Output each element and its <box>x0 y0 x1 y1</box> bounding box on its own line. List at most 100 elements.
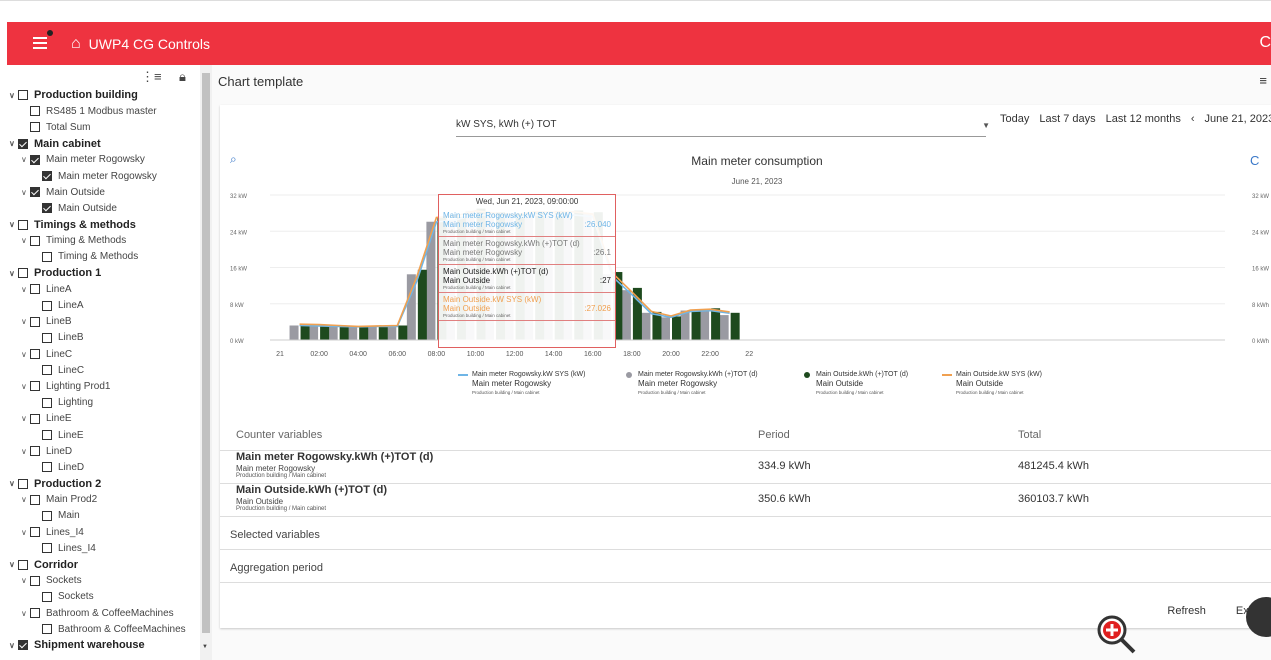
tree-item[interactable]: ∨ Timings & methods <box>7 217 212 233</box>
tree-checkbox[interactable] <box>42 397 52 408</box>
tree-checkbox[interactable] <box>42 171 52 182</box>
tree-item[interactable]: ∨ LineE <box>7 411 212 427</box>
tree-item[interactable]: Main meter Rogowsky <box>7 168 212 184</box>
chart-zoom-icon[interactable]: ⌕ <box>230 152 237 166</box>
tree-item[interactable]: LineB <box>7 330 212 346</box>
range-last-7-days[interactable]: Last 7 days <box>1039 113 1095 125</box>
expand-chevron-icon[interactable]: ∨ <box>21 236 30 245</box>
legend-item[interactable]: Main Outside.kWh (+)TOT (d) Main Outside P… <box>802 370 908 397</box>
tree-item[interactable]: Main Outside <box>7 200 212 216</box>
tree-item[interactable]: RS485 1 Modbus master <box>7 103 212 119</box>
refresh-button[interactable]: Refresh <box>1167 605 1206 617</box>
aggregation-period-panel[interactable]: Aggregation period <box>220 550 1271 583</box>
tree-checkbox[interactable] <box>18 559 28 570</box>
tree-item[interactable]: Lines_I4 <box>7 540 212 556</box>
legend-item[interactable]: Main meter Rogowsky.kWh (+)TOT (d) Main m… <box>624 370 758 397</box>
expand-chevron-icon[interactable]: ∨ <box>21 188 30 197</box>
tree-item[interactable]: Sockets <box>7 589 212 605</box>
tree-item[interactable]: ∨ Production 2 <box>7 476 212 492</box>
expand-chevron-icon[interactable]: ∨ <box>21 317 30 326</box>
home-icon[interactable]: ⌂ <box>71 35 81 53</box>
expand-chevron-icon[interactable]: ∨ <box>9 479 18 488</box>
scrollbar-thumb[interactable] <box>202 73 210 633</box>
expand-chevron-icon[interactable]: ∨ <box>21 447 30 456</box>
chart-reset-icon[interactable]: C <box>1250 153 1259 168</box>
range-today[interactable]: Today <box>1000 113 1029 125</box>
tree-checkbox[interactable] <box>42 203 52 214</box>
tree-checkbox[interactable] <box>30 235 40 246</box>
tree-checkbox[interactable] <box>30 413 40 424</box>
tree-checkbox[interactable] <box>30 349 40 360</box>
tree-checkbox[interactable] <box>18 478 28 489</box>
tree-checkbox[interactable] <box>18 138 28 149</box>
selected-variables-panel[interactable]: Selected variables <box>220 517 1271 550</box>
tree-item[interactable]: ∨ Production building <box>7 87 212 103</box>
tree-item[interactable]: ∨ Timing & Methods <box>7 233 212 249</box>
expand-chevron-icon[interactable]: ∨ <box>9 269 18 278</box>
tree-checkbox[interactable] <box>42 365 52 376</box>
expand-chevron-icon[interactable]: ∨ <box>21 414 30 423</box>
tree-item[interactable]: LineA <box>7 297 212 313</box>
refresh-app-icon[interactable]: C <box>1259 34 1271 52</box>
tree-checkbox[interactable] <box>30 494 40 505</box>
tree-item[interactable]: ∨ Main cabinet <box>7 136 212 152</box>
tree-checkbox[interactable] <box>30 316 40 327</box>
tree-item[interactable]: ∨ Corridor <box>7 556 212 572</box>
tree-checkbox[interactable] <box>42 251 52 262</box>
tree-structure-icon[interactable]: ⋮≡ <box>141 69 162 85</box>
expand-chevron-icon[interactable]: ∨ <box>9 220 18 229</box>
tree-item[interactable]: ∨ LineD <box>7 443 212 459</box>
menu-icon[interactable] <box>27 22 61 65</box>
current-date[interactable]: June 21, 2023 <box>1205 113 1271 125</box>
filter-icon[interactable]: ≡ <box>1259 73 1267 88</box>
legend-item[interactable]: Main Outside.kW SYS (kW) Main Outside Prod… <box>942 370 1042 397</box>
range-last-12-months[interactable]: Last 12 months <box>1106 113 1181 125</box>
tree-checkbox[interactable] <box>42 332 52 343</box>
zoom-in-icon[interactable] <box>1094 612 1138 656</box>
tree-item[interactable]: Timing & Methods <box>7 249 212 265</box>
tree-item[interactable]: ∨ Lighting Prod1 <box>7 378 212 394</box>
tree-checkbox[interactable] <box>30 608 40 619</box>
tree-item[interactable]: Total Sum <box>7 119 212 135</box>
tree-item[interactable]: LineC <box>7 362 212 378</box>
expand-chevron-icon[interactable]: ∨ <box>21 155 30 164</box>
tree-item[interactable]: Bathroom & CoffeeMachines <box>7 621 212 637</box>
tree-item[interactable]: ∨ Production 1 <box>7 265 212 281</box>
legend-item[interactable]: Main meter Rogowsky.kW SYS (kW) Main mete… <box>458 370 585 397</box>
tree-checkbox[interactable] <box>30 154 40 165</box>
previous-date-icon[interactable]: ‹ <box>1191 113 1195 125</box>
dropdown-arrow-icon[interactable]: ▼ <box>982 121 990 130</box>
expand-chevron-icon[interactable]: ∨ <box>21 576 30 585</box>
tree-item[interactable]: Main <box>7 508 212 524</box>
sidebar-scrollbar[interactable]: ▼ <box>200 65 212 660</box>
tree-checkbox[interactable] <box>30 122 40 133</box>
tree-checkbox[interactable] <box>30 187 40 198</box>
tree-item[interactable]: ∨ Main Outside <box>7 184 212 200</box>
tree-checkbox[interactable] <box>42 430 52 441</box>
expand-chevron-icon[interactable]: ∨ <box>21 609 30 618</box>
expand-chevron-icon[interactable]: ∨ <box>9 641 18 650</box>
tree-checkbox[interactable] <box>42 624 52 635</box>
tree-checkbox[interactable] <box>42 543 52 554</box>
tree-checkbox[interactable] <box>42 591 52 602</box>
tree-checkbox[interactable] <box>30 575 40 586</box>
tree-item[interactable]: ∨ Lines_I4 <box>7 524 212 540</box>
tree-item[interactable]: LineE <box>7 427 212 443</box>
tree-checkbox[interactable] <box>42 462 52 473</box>
tree-item[interactable]: ∨ Main meter Rogowsky <box>7 152 212 168</box>
variables-select[interactable]: kW SYS, kWh (+) TOT ▼ <box>456 115 990 137</box>
scroll-down-icon[interactable]: ▼ <box>202 644 208 650</box>
tree-checkbox[interactable] <box>30 284 40 295</box>
expand-chevron-icon[interactable]: ∨ <box>9 139 18 148</box>
tree-checkbox[interactable] <box>18 640 28 651</box>
tree-checkbox[interactable] <box>30 446 40 457</box>
tree-checkbox[interactable] <box>18 268 28 279</box>
tree-item[interactable]: ∨ LineA <box>7 281 212 297</box>
tree-item[interactable]: ∨ LineB <box>7 314 212 330</box>
expand-chevron-icon[interactable]: ∨ <box>21 382 30 391</box>
expand-chevron-icon[interactable]: ∨ <box>21 350 30 359</box>
tree-item[interactable]: Lighting <box>7 395 212 411</box>
tree-checkbox[interactable] <box>30 106 40 117</box>
tree-checkbox[interactable] <box>30 381 40 392</box>
tree-item[interactable]: ∨ Bathroom & CoffeeMachines <box>7 605 212 621</box>
